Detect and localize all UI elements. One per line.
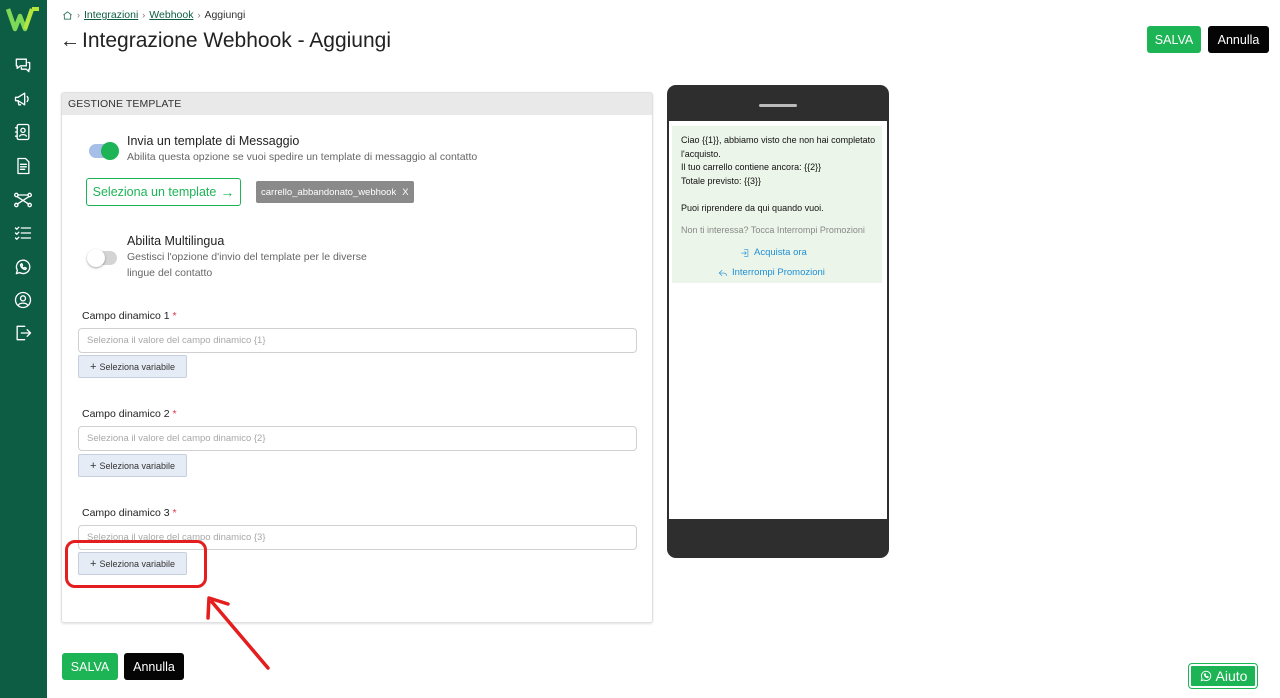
message-footer: Non ti interessa? Tocca Interrompi Promo… [681,225,865,235]
help-label: Aiuto [1215,668,1248,684]
save-button-top[interactable]: SALVA [1147,26,1201,53]
action-stop-label: Interrompi Promozioni [732,267,825,278]
highlight-annotation [65,540,207,588]
whatsapp-icon [1200,670,1211,682]
select-template-button[interactable]: Seleziona un template → [86,178,241,206]
page-title: Integrazione Webhook - Aggiungi [82,29,391,52]
reply-icon [718,269,728,276]
selected-template-name: carrello_abbandonato_webhook [261,186,397,198]
required-marker: * [172,507,177,519]
select-variable-button-1[interactable]: + Seleziona variabile [78,355,187,378]
field-label-text: Campo dinamico 3 [82,507,170,519]
sidebar [0,0,47,698]
card-header: GESTIONE TEMPLATE [62,93,652,115]
cancel-button-bottom[interactable]: Annulla [124,653,184,680]
logout-icon[interactable] [12,322,34,344]
breadcrumb-separator: › [77,10,80,20]
action-buy-label: Acquista ora [754,247,807,258]
send-template-description: Abilita questa opzione se vuoi spedire u… [127,151,478,163]
required-marker: * [172,408,177,420]
dynamic-field-2-input[interactable] [78,426,637,451]
breadcrumb-integrazioni[interactable]: Integrazioni [84,9,138,21]
breadcrumb-separator: › [142,10,146,20]
checklist-icon[interactable] [12,222,34,244]
whatsapp-icon[interactable] [12,256,34,278]
field-label-1: Campo dinamico 1 * [82,310,177,322]
select-variable-label: Seleziona variabile [99,361,175,372]
breadcrumb-webhook[interactable]: Webhook [149,9,193,21]
dynamic-field-1-input[interactable] [78,328,637,353]
phone-screen: Ciao {{1}}, abbiamo visto che non hai co… [669,121,887,519]
multilingua-title: Abilita Multilingua [127,234,225,248]
phone-preview: Ciao {{1}}, abbiamo visto che non hai co… [667,85,889,558]
required-marker: * [172,310,177,322]
login-icon [741,248,749,257]
flow-icon[interactable] [12,189,34,211]
megaphone-icon[interactable] [12,88,34,110]
multilingua-description: Gestisci l'opzione d'invio del template … [127,250,367,281]
action-buy-button[interactable]: Acquista ora [740,247,807,258]
save-button-bottom[interactable]: SALVA [62,653,118,680]
cancel-button-top[interactable]: Annulla [1208,26,1269,53]
arrow-right-icon: → [220,184,235,200]
help-button[interactable]: Aiuto [1188,663,1258,689]
field-label-2: Campo dinamico 2 * [82,408,177,420]
remove-tag-button[interactable]: X [402,187,408,198]
multilingua-description-line2: lingue del contatto [127,266,213,279]
field-label-3: Campo dinamico 3 * [82,507,177,519]
field-label-text: Campo dinamico 1 [82,310,170,322]
logo[interactable] [6,6,42,32]
select-variable-label: Seleziona variabile [99,460,175,471]
send-template-toggle[interactable] [89,142,119,160]
phone-speaker [759,104,797,107]
home-icon[interactable] [62,10,73,21]
page-title-row: ← Integrazione Webhook - Aggiungi [60,29,391,53]
breadcrumb-separator: › [197,10,201,20]
send-template-title: Invia un template di Messaggio [127,134,300,148]
contacts-icon[interactable] [12,121,34,143]
select-template-label: Seleziona un template [92,185,217,199]
action-stop-button[interactable]: Interrompi Promozioni [718,267,825,278]
breadcrumb-current: Aggiungi [204,9,246,21]
user-icon[interactable] [12,289,34,311]
annotation-arrow-icon [206,596,270,670]
multilingua-toggle[interactable] [87,249,117,267]
toggle-knob [87,249,105,267]
message-body: Ciao {{1}}, abbiamo visto che non hai co… [681,135,876,213]
plus-icon: + [90,360,97,373]
arrow-left-icon[interactable]: ← [60,30,80,53]
toggle-knob [101,142,119,160]
document-icon[interactable] [12,155,34,177]
multilingua-description-line1: Gestisci l'opzione d'invio del template … [127,251,367,263]
plus-icon: + [90,459,97,472]
breadcrumb: › Integrazioni › Webhook › Aggiungi [62,9,245,21]
message-bubble: Ciao {{1}}, abbiamo visto che non hai co… [672,126,882,283]
select-variable-button-2[interactable]: + Seleziona variabile [78,454,187,477]
selected-template-tag: carrello_abbandonato_webhook X [256,181,414,203]
chat-icon[interactable] [12,54,34,76]
field-label-text: Campo dinamico 2 [82,408,170,420]
